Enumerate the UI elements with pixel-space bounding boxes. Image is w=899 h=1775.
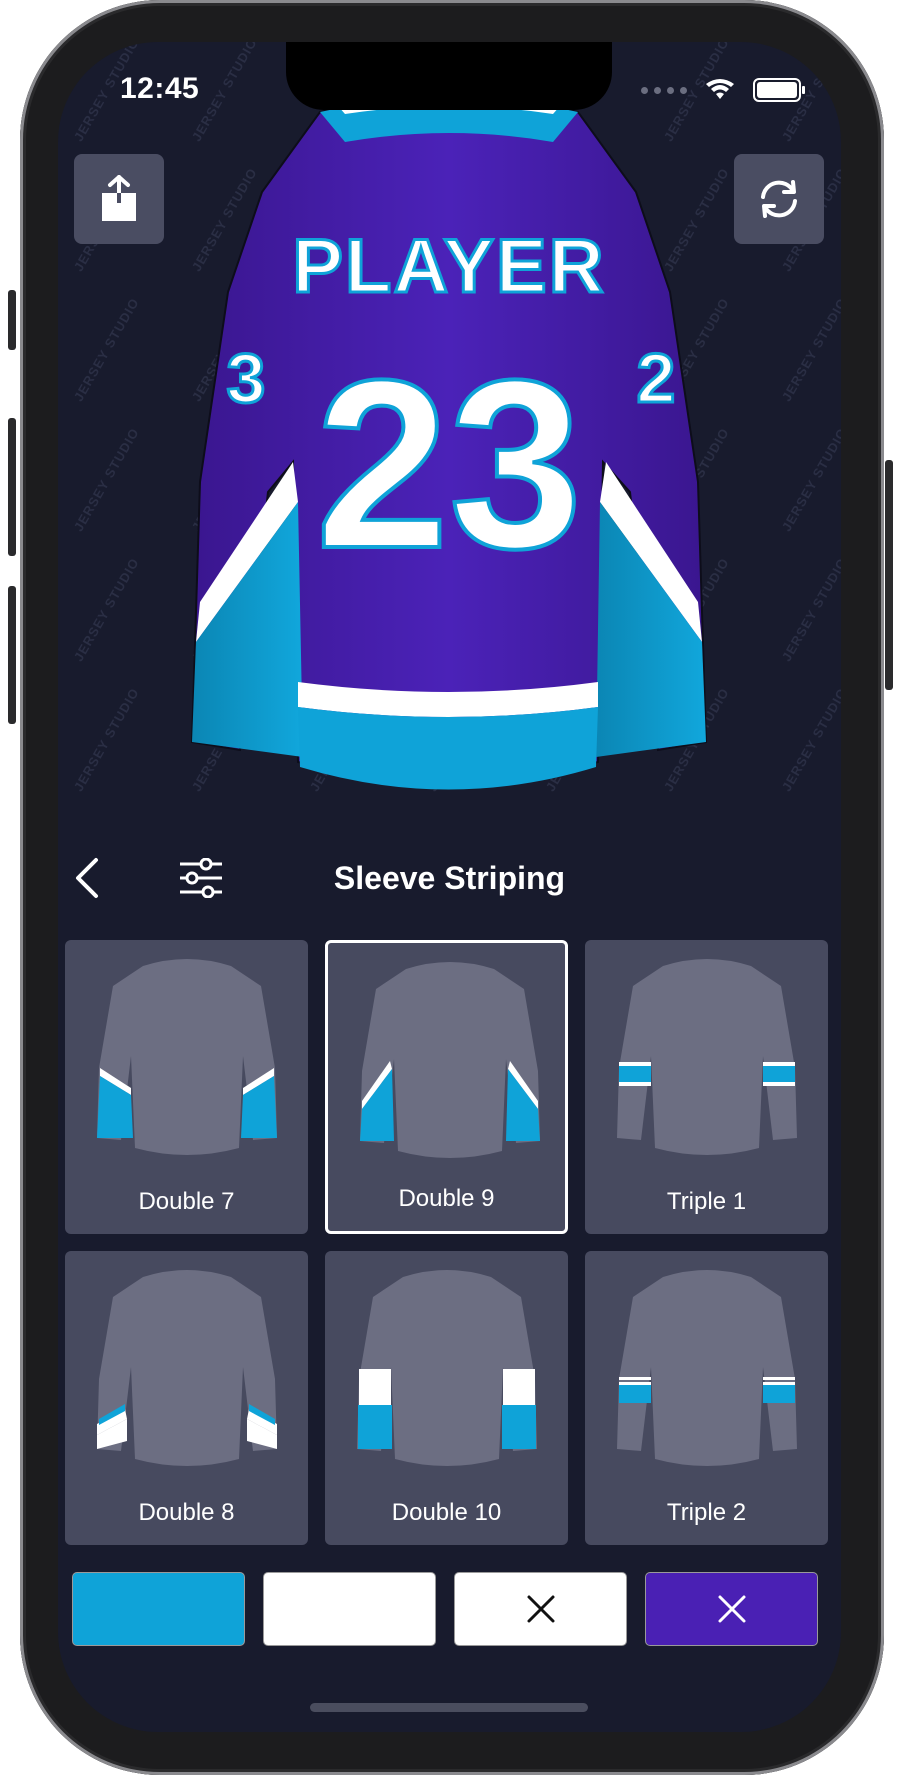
rotate-icon [761, 180, 797, 218]
style-option-card[interactable]: Triple 1 [585, 940, 828, 1234]
jersey-thumbnail-icon [97, 1270, 277, 1466]
close-icon [527, 1595, 554, 1623]
section-toolbar: Sleeve Striping [58, 842, 841, 912]
app-screen: JERSEY STUDIO JERSEY STUDIO JERSEY STUDIO J… [58, 42, 841, 1732]
jersey-thumbnail-icon [360, 962, 540, 1158]
rotate-button[interactable] [734, 154, 824, 244]
style-option-label: Double 9 [398, 1185, 495, 1212]
color-swatch[interactable] [454, 1572, 627, 1646]
style-option-card[interactable]: Double 9 [325, 940, 568, 1234]
jersey-name-text: PLAYER [292, 224, 605, 309]
volume-up-button [8, 418, 16, 556]
device-notch [286, 42, 612, 110]
battery-icon [753, 78, 805, 102]
style-option-label: Double 8 [138, 1499, 235, 1526]
share-icon [102, 175, 136, 221]
style-option-label: Triple 2 [666, 1499, 747, 1526]
style-option-label: Double 7 [138, 1188, 235, 1215]
section-title: Sleeve Striping [333, 860, 566, 896]
home-indicator [310, 1703, 588, 1712]
status-icons [641, 78, 805, 102]
jersey-thumbnail-icon [617, 1270, 797, 1466]
style-option-card[interactable]: Double 8 [65, 1251, 308, 1545]
color-swatch-row [72, 1572, 832, 1648]
right-sleeve-number: 2 [637, 339, 676, 417]
jersey-preview: JERSEY STUDIO JERSEY STUDIO JERSEY STUDIO J… [58, 42, 841, 832]
cellular-icon [641, 86, 687, 94]
volume-down-button [8, 586, 16, 724]
jersey-thumbnail-icon [97, 959, 277, 1155]
jersey-thumbnail-icon [357, 1270, 537, 1466]
color-swatch[interactable] [72, 1572, 245, 1646]
color-swatch[interactable] [645, 1572, 818, 1646]
mute-switch [8, 290, 16, 350]
jersey-thumbnail-icon [617, 959, 797, 1155]
share-button[interactable] [74, 154, 164, 244]
color-swatch[interactable] [263, 1572, 436, 1646]
jersey-number-text: 23 [316, 330, 583, 598]
close-icon [718, 1595, 745, 1623]
style-option-label: Triple 1 [666, 1188, 747, 1215]
left-sleeve-number: 3 [227, 339, 266, 417]
style-option-card[interactable]: Double 7 [65, 940, 308, 1234]
power-button [885, 460, 893, 690]
jersey-illustration: PLAYER 23 3 2 [190, 97, 708, 790]
style-option-card[interactable]: Triple 2 [585, 1251, 828, 1545]
wifi-icon [706, 79, 734, 99]
style-option-label: Double 10 [391, 1499, 502, 1526]
style-option-card[interactable]: Double 10 [325, 1251, 568, 1545]
status-time: 12:45 [120, 72, 200, 105]
